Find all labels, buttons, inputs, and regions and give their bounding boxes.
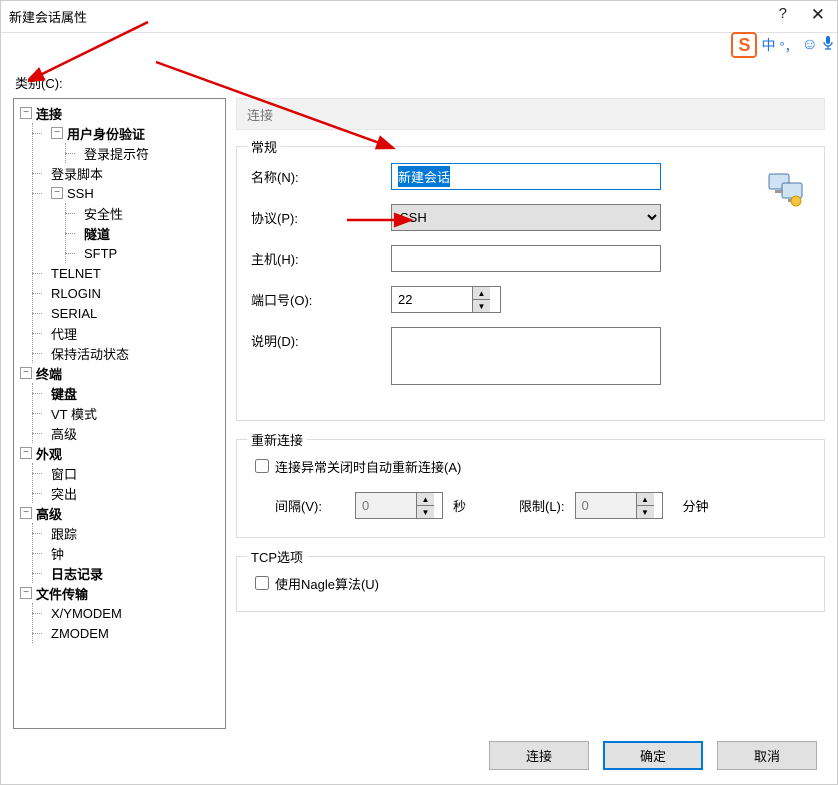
tree-serial[interactable]: SERIAL bbox=[51, 306, 97, 321]
panel-title: 连接 bbox=[236, 98, 825, 130]
desc-label: 说明(D): bbox=[251, 327, 391, 350]
tree-toggle[interactable] bbox=[20, 367, 32, 379]
tree-toggle[interactable] bbox=[20, 447, 32, 459]
port-label: 端口号(O): bbox=[251, 290, 391, 309]
port-spinner[interactable]: ▲▼ bbox=[391, 286, 501, 313]
spin-down-icon[interactable]: ▼ bbox=[637, 506, 654, 518]
spin-down-icon[interactable]: ▼ bbox=[473, 300, 490, 312]
close-icon[interactable]: ✕ bbox=[811, 5, 825, 25]
tree-telnet[interactable]: TELNET bbox=[51, 266, 101, 281]
spin-up-icon[interactable]: ▲ bbox=[417, 493, 434, 506]
dialog-buttons: 连接 确定 取消 bbox=[1, 729, 837, 784]
nagle-label: 使用Nagle算法(U) bbox=[275, 574, 379, 593]
ok-button[interactable]: 确定 bbox=[603, 741, 703, 770]
nagle-checkbox[interactable] bbox=[255, 576, 269, 590]
interval-spinner[interactable]: ▲▼ bbox=[355, 492, 443, 519]
tree-log[interactable]: 日志记录 bbox=[51, 564, 103, 583]
minutes-label: 分钟 bbox=[683, 496, 709, 515]
tcp-group: TCP选项 使用Nagle算法(U) bbox=[236, 556, 825, 612]
limit-input[interactable] bbox=[576, 493, 636, 518]
tree-window[interactable]: 窗口 bbox=[51, 464, 77, 483]
reconnect-legend: 重新连接 bbox=[247, 430, 307, 449]
spin-down-icon[interactable]: ▼ bbox=[417, 506, 434, 518]
tree-toggle[interactable] bbox=[20, 507, 32, 519]
tcp-legend: TCP选项 bbox=[247, 547, 307, 566]
titlebar: 新建会话属性 ? ✕ bbox=[1, 1, 837, 33]
cancel-button[interactable]: 取消 bbox=[717, 741, 817, 770]
connect-button[interactable]: 连接 bbox=[489, 741, 589, 770]
tree-user-auth[interactable]: 用户身份验证 bbox=[67, 124, 145, 143]
auto-reconnect-checkbox[interactable] bbox=[255, 459, 269, 473]
tree-highlight[interactable]: 突出 bbox=[51, 484, 77, 503]
auto-reconnect-label: 连接异常关闭时自动重新连接(A) bbox=[275, 457, 461, 476]
limit-spinner[interactable]: ▲▼ bbox=[575, 492, 663, 519]
tree-advanced[interactable]: 高级 bbox=[36, 504, 62, 523]
name-label: 名称(N): bbox=[251, 167, 391, 186]
host-label: 主机(H): bbox=[251, 249, 391, 268]
ime-mic-icon[interactable] bbox=[822, 35, 834, 56]
interval-input[interactable] bbox=[356, 493, 416, 518]
ime-punct[interactable]: °， bbox=[779, 36, 797, 55]
tree-terminal[interactable]: 终端 bbox=[36, 364, 62, 383]
limit-label: 限制(L): bbox=[519, 496, 565, 515]
tree-trace[interactable]: 跟踪 bbox=[51, 524, 77, 543]
desc-textarea[interactable] bbox=[391, 327, 661, 385]
port-input[interactable] bbox=[392, 287, 472, 312]
spin-up-icon[interactable]: ▲ bbox=[637, 493, 654, 506]
tree-vt[interactable]: VT 模式 bbox=[51, 404, 97, 423]
tree-rlogin[interactable]: RLOGIN bbox=[51, 286, 101, 301]
tree-bell[interactable]: 钟 bbox=[51, 544, 64, 563]
tree-security[interactable]: 安全性 bbox=[84, 204, 123, 223]
sogou-ime-icon[interactable]: S bbox=[731, 32, 757, 58]
tree-ssh[interactable]: SSH bbox=[67, 186, 94, 201]
tree-tunnel[interactable]: 隧道 bbox=[84, 224, 110, 243]
category-label: 类别(C): bbox=[1, 33, 837, 98]
name-input[interactable]: 新建会话 bbox=[391, 163, 661, 190]
category-tree[interactable]: 连接 用户身份验证 登录提示符 登录脚本 SSH 安全性 隧道 SFTP bbox=[13, 98, 226, 729]
tree-zmodem[interactable]: ZMODEM bbox=[51, 626, 109, 641]
tree-term-adv[interactable]: 高级 bbox=[51, 424, 77, 443]
tree-xymodem[interactable]: X/YMODEM bbox=[51, 606, 122, 621]
help-icon[interactable]: ? bbox=[779, 5, 787, 22]
tree-keyboard[interactable]: 键盘 bbox=[51, 384, 77, 403]
tree-proxy[interactable]: 代理 bbox=[51, 324, 77, 343]
general-group: 常规 名称(N): 新建会话 bbox=[236, 146, 825, 421]
protocol-label: 协议(P): bbox=[251, 208, 391, 227]
ime-lang[interactable]: 中 bbox=[761, 35, 775, 55]
general-legend: 常规 bbox=[247, 137, 281, 156]
tree-toggle[interactable] bbox=[20, 107, 32, 119]
tree-login-prompt[interactable]: 登录提示符 bbox=[84, 144, 149, 163]
seconds-label: 秒 bbox=[453, 496, 489, 515]
tree-login-script[interactable]: 登录脚本 bbox=[51, 164, 103, 183]
tree-keepalive[interactable]: 保持活动状态 bbox=[51, 344, 129, 363]
tree-connection[interactable]: 连接 bbox=[36, 104, 62, 123]
spin-up-icon[interactable]: ▲ bbox=[473, 287, 490, 300]
tree-toggle[interactable] bbox=[20, 587, 32, 599]
reconnect-group: 重新连接 连接异常关闭时自动重新连接(A) 间隔(V): ▲▼ 秒 限制(L): bbox=[236, 439, 825, 538]
tree-toggle[interactable] bbox=[51, 187, 63, 199]
tree-appearance[interactable]: 外观 bbox=[36, 444, 62, 463]
session-icon bbox=[768, 173, 808, 210]
tree-sftp[interactable]: SFTP bbox=[84, 246, 117, 261]
protocol-select[interactable]: SSH bbox=[391, 204, 661, 231]
ime-emoji-icon[interactable]: ☺ bbox=[802, 36, 818, 54]
host-input[interactable] bbox=[391, 245, 661, 272]
interval-label: 间隔(V): bbox=[275, 496, 345, 515]
tree-toggle[interactable] bbox=[51, 127, 63, 139]
window-title: 新建会话属性 bbox=[9, 7, 87, 26]
tree-transfer[interactable]: 文件传输 bbox=[36, 584, 88, 603]
ime-toolbar: S 中 °， ☺ bbox=[731, 32, 834, 58]
